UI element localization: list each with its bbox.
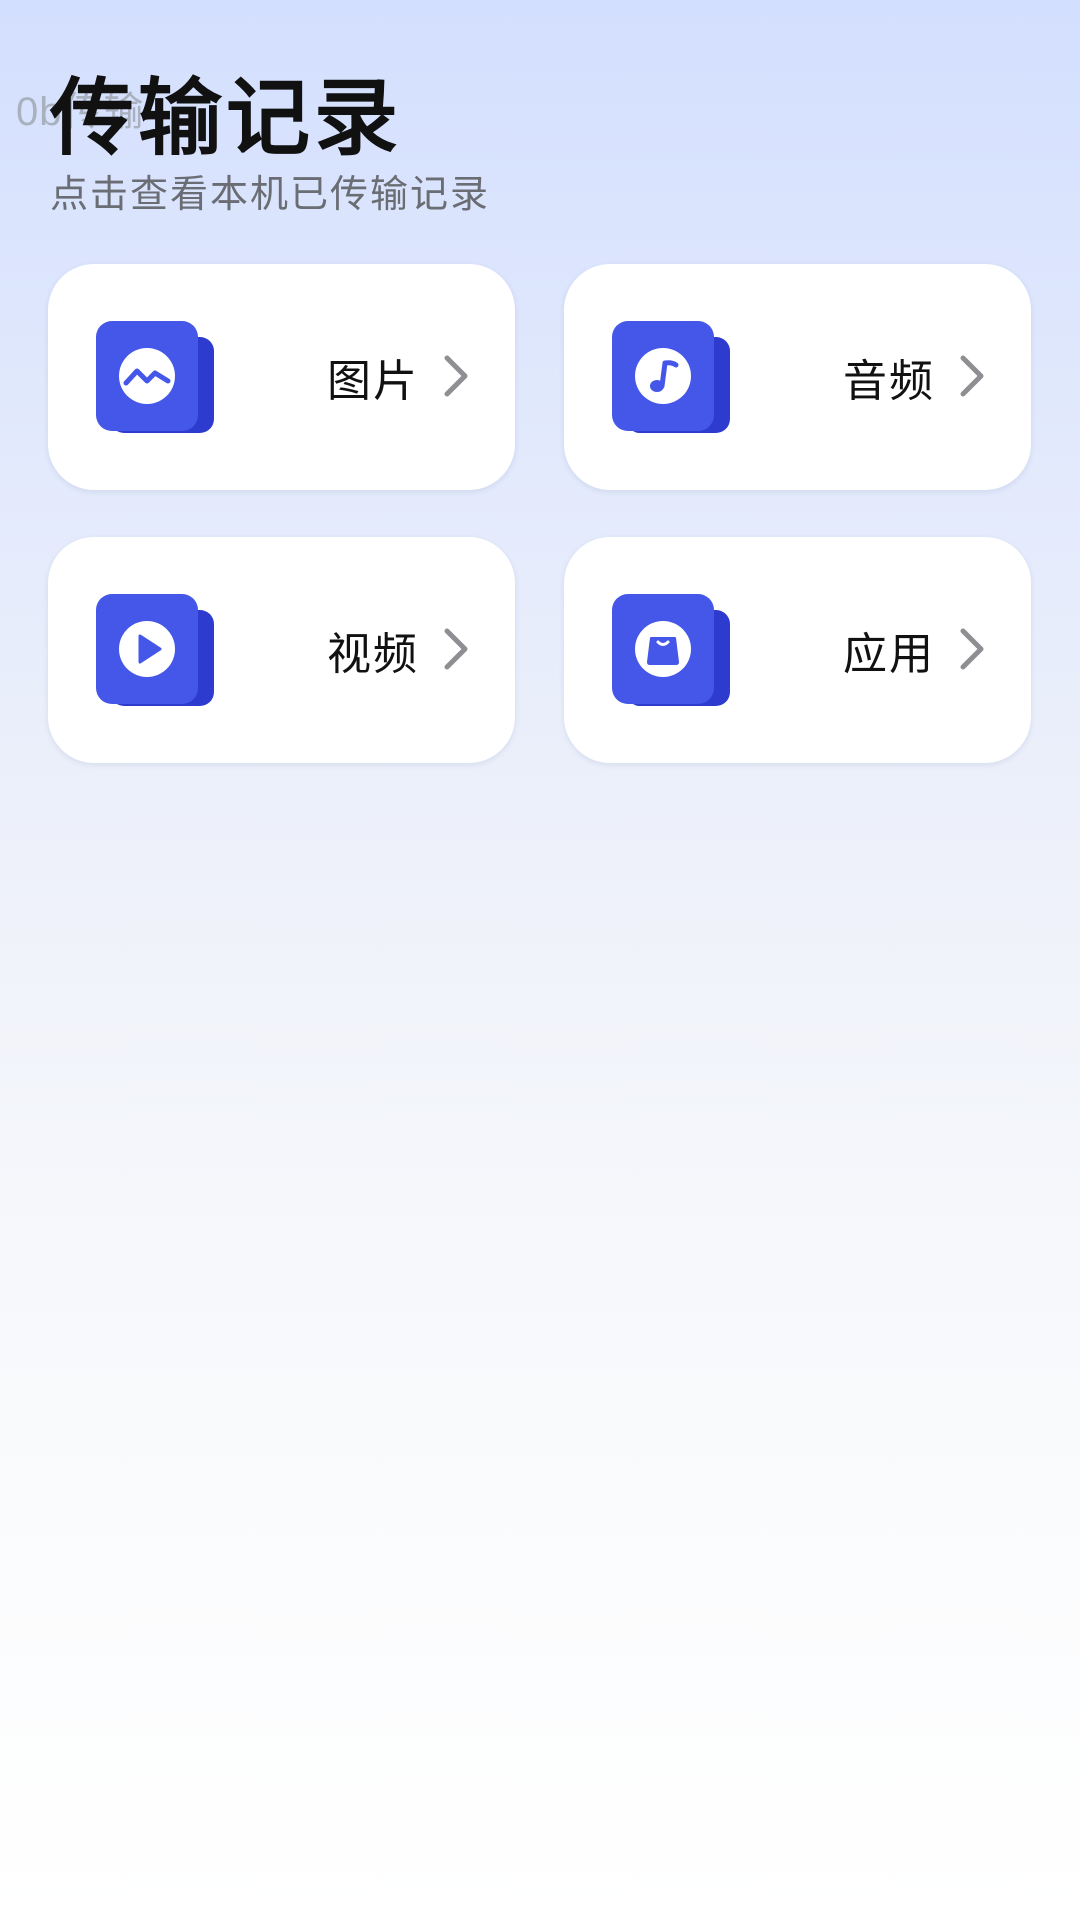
page-title: 传输记录 [50,69,403,167]
page-subtitle: 点击查看本机已传输记录 [50,172,491,216]
chevron-right-icon [444,628,468,670]
play-icon [96,594,218,706]
chevron-right-icon [960,355,984,397]
category-card-audio[interactable]: 音频 [564,264,1031,490]
image-icon [96,321,218,433]
category-card-apps[interactable]: 应用 [564,537,1031,763]
category-card-video[interactable]: 视频 [48,537,515,763]
category-label-images: 图片 [327,356,419,407]
chevron-right-icon [960,628,984,670]
category-label-apps: 应用 [843,629,935,680]
category-label-audio: 音频 [843,356,935,407]
chevron-right-icon [444,355,468,397]
category-card-images[interactable]: 图片 [48,264,515,490]
music-note-icon [612,321,734,433]
category-label-video: 视频 [327,629,419,680]
app-bag-icon [612,594,734,706]
